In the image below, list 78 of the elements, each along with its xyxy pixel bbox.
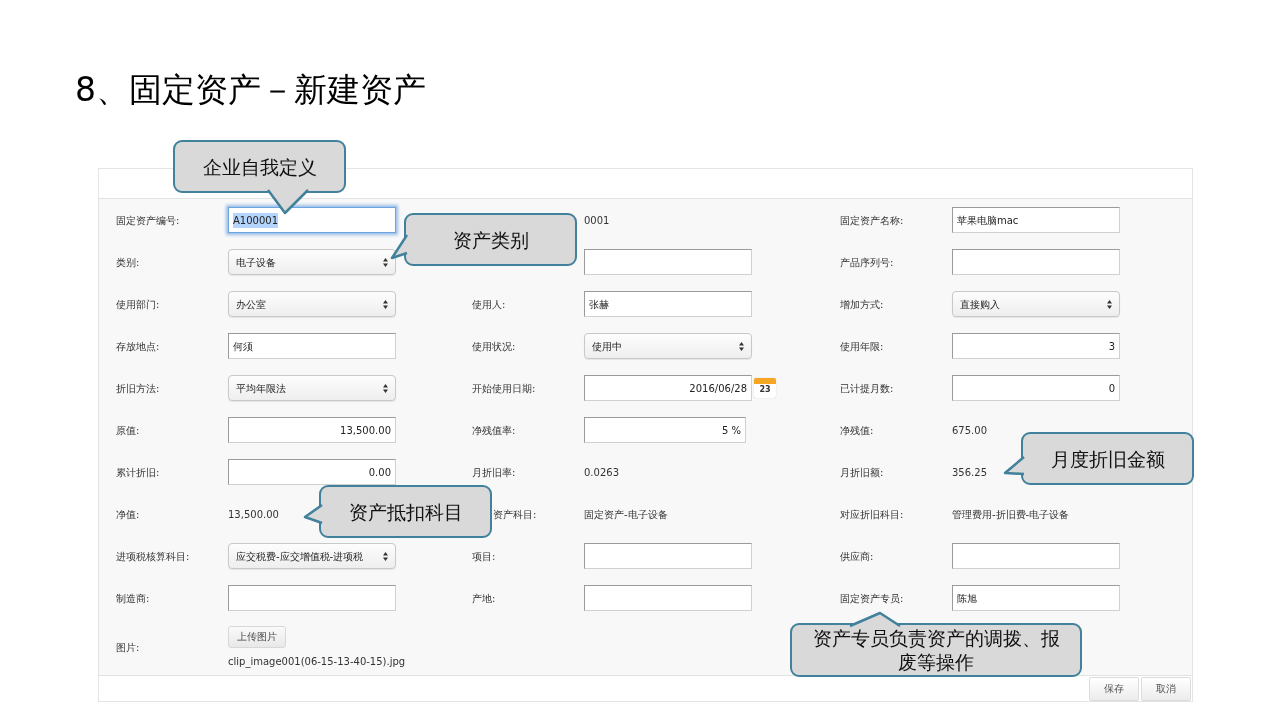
- input-field[interactable]: [584, 585, 752, 611]
- input-field[interactable]: 5 %: [584, 417, 746, 443]
- field-label: 使用部门:: [116, 297, 160, 312]
- callout: 月度折旧金额: [1021, 432, 1194, 485]
- select-field[interactable]: 平均年限法: [228, 375, 396, 401]
- upload-button[interactable]: 上传图片: [228, 625, 286, 648]
- field-label: 增加方式:: [840, 297, 884, 312]
- select-field[interactable]: 办公室: [228, 291, 396, 317]
- field-label: 进项税核算科目:: [116, 549, 190, 564]
- field-value: 管理费用-折旧费-电子设备: [952, 507, 1070, 522]
- select-arrows-icon: [383, 257, 388, 267]
- field-label: 项目:: [472, 549, 496, 564]
- input-field[interactable]: [952, 249, 1120, 275]
- field-label: 固定资产专员:: [840, 591, 904, 606]
- field-value: 13,500.00: [228, 507, 279, 522]
- callout-tail: [848, 611, 902, 628]
- field-label: 净值:: [116, 507, 140, 522]
- field-label: 净残值率:: [472, 423, 516, 438]
- input-field[interactable]: [228, 585, 396, 611]
- file-name: clip_image001(06-15-13-40-15).jpg: [228, 654, 406, 669]
- select-arrows-icon: [383, 551, 388, 561]
- callout-tail: [390, 233, 409, 260]
- field-value: 0.0263: [584, 465, 619, 480]
- input-field[interactable]: [584, 249, 752, 275]
- input-field[interactable]: 陈旭: [952, 585, 1120, 611]
- input-field[interactable]: A100001: [228, 207, 396, 233]
- field-label: 使用年限:: [840, 339, 884, 354]
- callout: 资产类别: [404, 213, 577, 266]
- input-field[interactable]: [952, 543, 1120, 569]
- field-label: 对应折旧科目:: [840, 507, 904, 522]
- callout: 资产抵扣科目: [319, 485, 492, 538]
- callout-tail: [303, 503, 324, 525]
- select-field[interactable]: 直接购入: [952, 291, 1120, 317]
- field-value: 固定资产-电子设备: [584, 507, 668, 522]
- input-field[interactable]: 2016/06/28: [584, 375, 752, 401]
- input-field[interactable]: 0.00: [228, 459, 396, 485]
- field-label: 累计折旧:: [116, 465, 160, 480]
- input-field[interactable]: 3: [952, 333, 1120, 359]
- field-label: 使用人:: [472, 297, 506, 312]
- field-label: 开始使用日期:: [472, 381, 536, 396]
- field-label: 固定资产名称:: [840, 213, 904, 228]
- field-label: 产品序列号:: [840, 255, 894, 270]
- select-field[interactable]: 使用中: [584, 333, 752, 359]
- field-label: 已计提月数:: [840, 381, 894, 396]
- input-field[interactable]: 0: [952, 375, 1120, 401]
- callout-tail: [1003, 455, 1026, 476]
- field-label: 存放地点:: [116, 339, 160, 354]
- field-label: 资产科目:: [493, 507, 537, 522]
- field-label: 折旧方法:: [116, 381, 160, 396]
- select-field[interactable]: 应交税费-应交增值税-进项税: [228, 543, 396, 569]
- calendar-button[interactable]: 23: [754, 378, 776, 398]
- field-label: 图片:: [116, 640, 140, 655]
- field-label: 原值:: [116, 423, 140, 438]
- field-value: 0001: [584, 213, 610, 228]
- select-arrows-icon: [383, 383, 388, 393]
- field-label: 制造商:: [116, 591, 150, 606]
- field-value: 356.25: [952, 465, 987, 480]
- select-arrows-icon: [1107, 299, 1112, 309]
- select-field[interactable]: 电子设备: [228, 249, 396, 275]
- slide-title: 8、固定资产－新建资产: [75, 69, 427, 111]
- field-label: 类别:: [116, 255, 140, 270]
- field-label: 固定资产编号:: [116, 213, 180, 228]
- footer-button[interactable]: 取消: [1141, 676, 1191, 701]
- field-label: 净残值:: [840, 423, 874, 438]
- input-field[interactable]: 何须: [228, 333, 396, 359]
- input-field[interactable]: 张赫: [584, 291, 752, 317]
- select-arrows-icon: [739, 341, 744, 351]
- field-label: 产地:: [472, 591, 496, 606]
- field-label: 月折旧率:: [472, 465, 516, 480]
- input-field[interactable]: 13,500.00: [228, 417, 396, 443]
- input-field[interactable]: [584, 543, 752, 569]
- input-field[interactable]: 苹果电脑mac: [952, 207, 1120, 233]
- field-label: 使用状况:: [472, 339, 516, 354]
- field-label: 供应商:: [840, 549, 874, 564]
- field-value: 675.00: [952, 423, 987, 438]
- footer-button[interactable]: 保存: [1089, 676, 1139, 701]
- select-arrows-icon: [383, 299, 388, 309]
- field-label: 月折旧额:: [840, 465, 884, 480]
